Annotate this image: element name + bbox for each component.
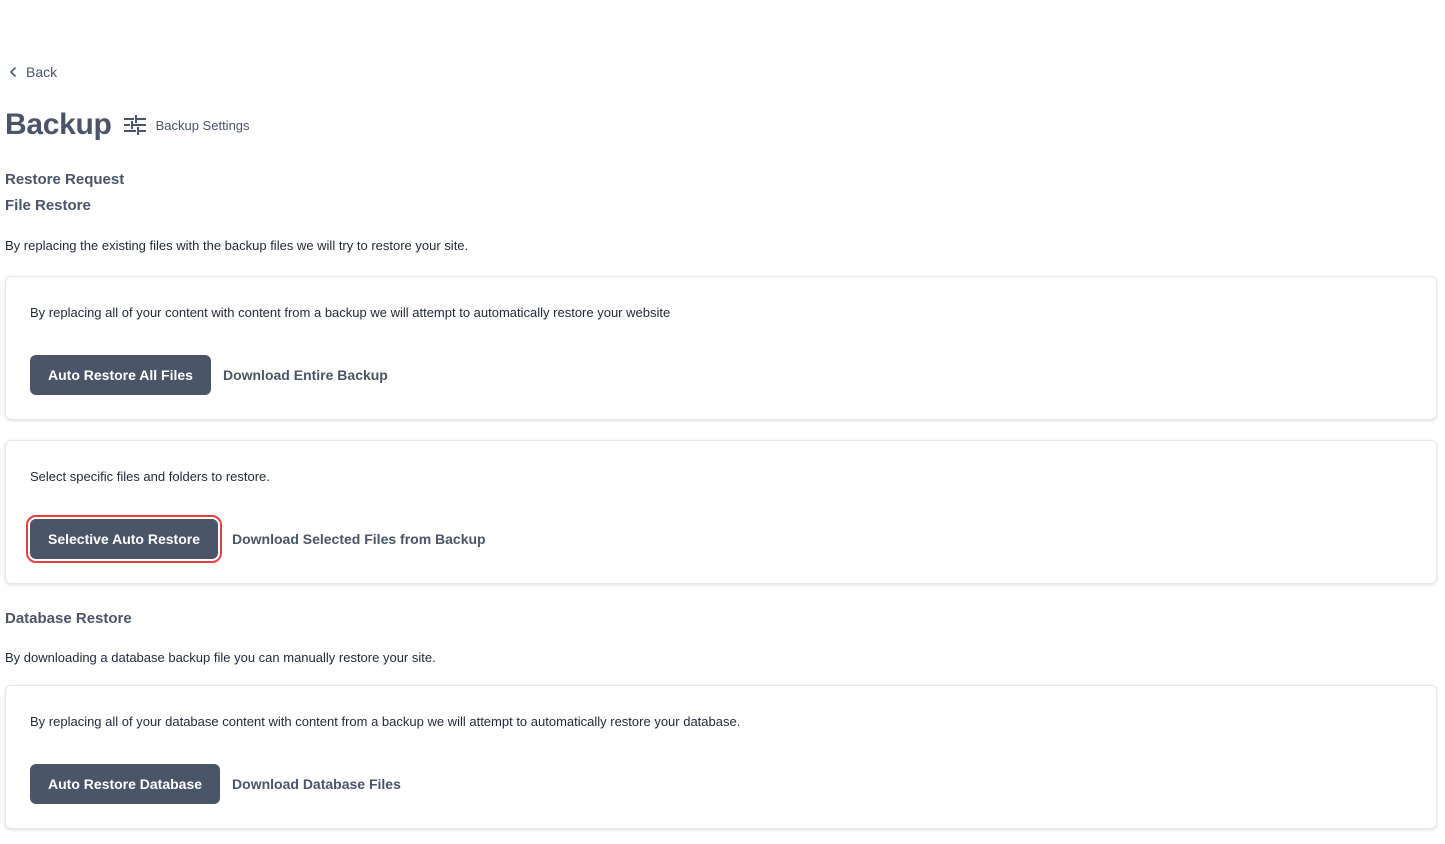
download-database-files-link[interactable]: Download Database Files: [232, 776, 401, 792]
back-label: Back: [26, 64, 58, 80]
auto-restore-all-files-button[interactable]: Auto Restore All Files: [30, 355, 211, 395]
download-entire-backup-link[interactable]: Download Entire Backup: [223, 367, 388, 383]
auto-restore-all-card: By replacing all of your content with co…: [5, 276, 1437, 420]
backup-settings-link[interactable]: Backup Settings: [123, 114, 250, 136]
auto-restore-database-text: By replacing all of your database conten…: [30, 714, 741, 729]
selective-auto-restore-button[interactable]: Selective Auto Restore: [26, 515, 222, 563]
selective-restore-actions: Selective Auto Restore Download Selected…: [26, 515, 486, 563]
page-title: Backup: [5, 108, 112, 141]
selective-restore-text: Select specific files and folders to res…: [30, 469, 270, 484]
download-selected-files-link[interactable]: Download Selected Files from Backup: [232, 531, 486, 547]
backup-settings-label: Backup Settings: [155, 117, 250, 133]
auto-restore-database-actions: Auto Restore Database Download Database …: [30, 764, 401, 804]
auto-restore-all-text: By replacing all of your content with co…: [30, 305, 671, 320]
file-restore-heading: File Restore: [5, 197, 91, 214]
back-link[interactable]: Back: [8, 64, 57, 80]
auto-restore-database-card: By replacing all of your database conten…: [5, 685, 1437, 829]
database-restore-heading: Database Restore: [5, 610, 132, 627]
file-restore-description: By replacing the existing files with the…: [5, 238, 469, 253]
auto-restore-database-button[interactable]: Auto Restore Database: [30, 764, 221, 804]
auto-restore-all-actions: Auto Restore All Files Download Entire B…: [30, 355, 388, 395]
database-restore-description: By downloading a database backup file yo…: [5, 650, 436, 665]
title-row: Backup Backup Settings: [5, 108, 250, 142]
selective-restore-card: Select specific files and folders to res…: [5, 440, 1437, 584]
backup-page: Back Backup Backup Settings Restore Requ…: [0, 0, 1445, 844]
restore-request-heading: Restore Request: [5, 171, 125, 188]
sliders-icon: [123, 115, 146, 135]
chevron-left-icon: [10, 67, 16, 77]
